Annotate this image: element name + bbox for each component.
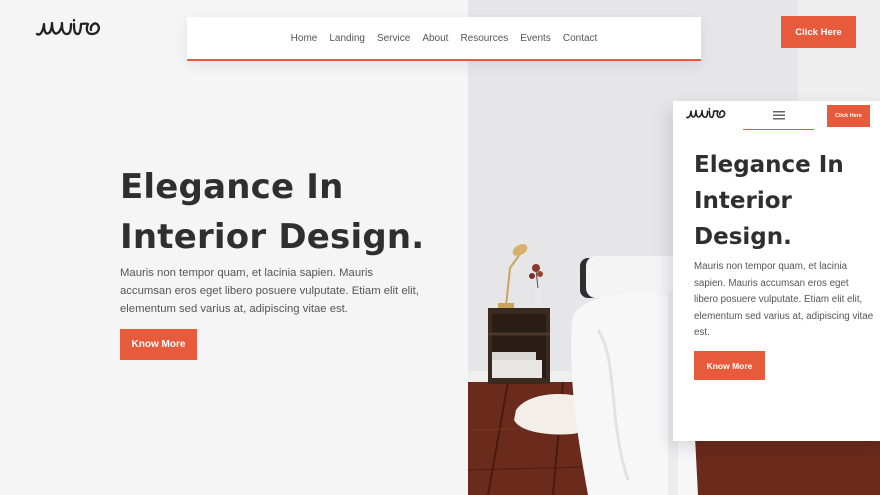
hero-section: Elegance In Interior Design. Mauris non … (0, 0, 468, 495)
nav-item-contact[interactable]: Contact (563, 33, 597, 44)
mobile-preview: Click Here Elegance In Interior Design. … (673, 101, 880, 441)
mobile-hero-title: Elegance In Interior Design. (694, 152, 844, 250)
nav-item-service[interactable]: Service (377, 33, 410, 44)
brand-logo[interactable] (34, 14, 106, 44)
mobile-know-more-button[interactable]: Know More (694, 351, 765, 380)
know-more-button[interactable]: Know More (120, 329, 197, 360)
logo-mark (35, 18, 100, 36)
hero-title: Elegance In Interior Design. (120, 162, 450, 262)
nav-item-home[interactable]: Home (291, 33, 318, 44)
hamburger-icon (772, 110, 785, 119)
hero-title-line1: Elegance In (120, 167, 344, 207)
mobile-logo-mark (686, 107, 726, 119)
nav-item-resources[interactable]: Resources (460, 33, 508, 44)
mobile-menu-toggle[interactable] (743, 101, 814, 130)
mobile-hero-description: Mauris non tempor quam, et lacinia sapie… (694, 261, 874, 338)
mobile-brand-logo[interactable] (685, 104, 729, 126)
nav-item-about[interactable]: About (422, 33, 448, 44)
mobile-click-here-button[interactable]: Click Here (827, 105, 870, 127)
click-here-button[interactable]: Click Here (781, 16, 856, 48)
main-navigation: Home Landing Service About Resources Eve… (187, 17, 701, 61)
nav-item-landing[interactable]: Landing (329, 33, 365, 44)
hero-title-line2: Interior Design. (120, 217, 425, 257)
nav-item-events[interactable]: Events (520, 33, 551, 44)
hero-description: Mauris non tempor quam, et lacinia sapie… (120, 267, 419, 315)
